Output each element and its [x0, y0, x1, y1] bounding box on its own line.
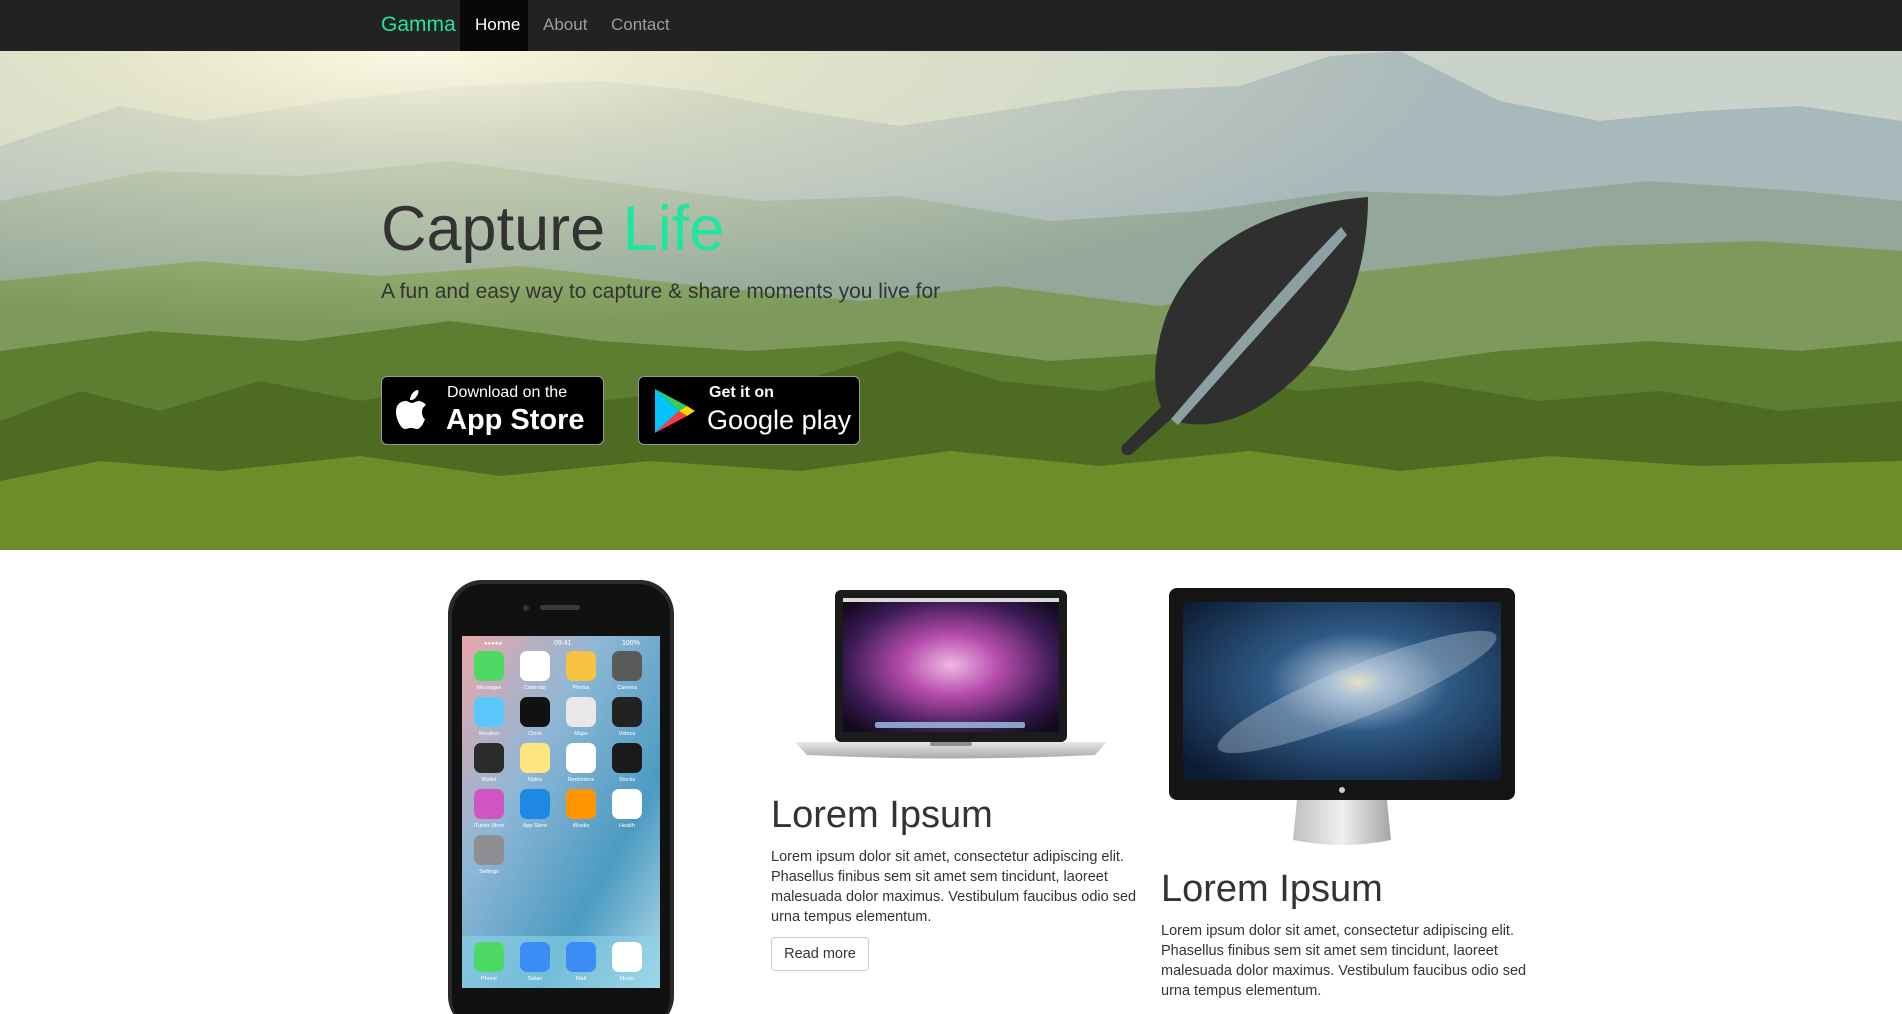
mountain-background: [0, 51, 1902, 550]
app-app-store-icon: App Store: [520, 789, 550, 829]
app-label: Stocks: [619, 777, 636, 783]
navbar: Gamma Home About Contact: [0, 0, 1902, 52]
dock-label: Phone: [481, 976, 497, 982]
app-messages-icon: Messages: [474, 651, 504, 691]
app-label: Notes: [528, 777, 543, 783]
feature-text-imac: Lorem ipsum dolor sit amet, consectetur …: [1161, 923, 1527, 999]
google-play-icon: [655, 389, 695, 433]
app-label: App Store: [523, 823, 547, 829]
hero-title-main: Capture: [381, 194, 606, 264]
app-label: Settings: [479, 869, 499, 875]
feature-text-macbook: Lorem ipsum dolor sit amet, consectetur …: [771, 849, 1137, 925]
app-label: Weather: [479, 731, 500, 737]
app-calendar-icon: Calendar: [520, 651, 550, 691]
hero-section: Capture Life A fun and easy way to captu…: [0, 51, 1902, 550]
app-itunes-store-icon: iTunes Store: [474, 789, 505, 829]
feature-title-imac: Lorem Ipsum: [1161, 868, 1383, 910]
app-label: Maps: [574, 731, 588, 737]
phone-status-signal: ●●●●●: [484, 641, 502, 647]
app-label: Photos: [572, 685, 589, 691]
app-label: Messages: [476, 685, 501, 691]
app-label: Videos: [619, 731, 636, 737]
phone-battery: 100%: [622, 640, 640, 647]
phone-time: 09:41: [554, 640, 572, 647]
app-store-small-text: Download on the: [447, 384, 568, 401]
app-label: Clock: [528, 731, 542, 737]
macbook-image: [795, 590, 1107, 759]
app-store-big-text: App Store: [446, 404, 585, 436]
app-store-button[interactable]: Download on the App Store: [381, 376, 604, 445]
dock-label: Mail: [576, 976, 586, 982]
dock-label: Safari: [528, 976, 542, 982]
nav-home[interactable]: Home: [460, 0, 528, 51]
app-label: iTunes Store: [474, 823, 505, 829]
google-play-small-text: Get it on: [709, 384, 774, 401]
imac-image: [1169, 588, 1515, 845]
app-label: Calendar: [524, 685, 546, 691]
iphone-image: ●●●●● 09:41 100% Messages Calendar Photos C…: [448, 580, 674, 1014]
apple-icon: [396, 390, 426, 429]
dock-label: Music: [620, 976, 635, 982]
app-label: iBooks: [573, 823, 590, 829]
hero-subtitle: A fun and easy way to capture & share mo…: [381, 280, 941, 303]
hero-title: Capture Life: [381, 194, 725, 264]
app-label: Camera: [617, 685, 638, 691]
app-reminders-icon: Reminders: [566, 743, 596, 783]
brand-logo[interactable]: Gamma: [381, 0, 456, 51]
nav-about[interactable]: About: [528, 0, 604, 51]
nav-contact[interactable]: Contact: [596, 0, 686, 51]
hero-title-accent: Life: [622, 194, 725, 264]
leaf-icon: [1121, 197, 1368, 456]
feature-title-macbook: Lorem Ipsum: [771, 794, 993, 836]
google-play-big-text: Google play: [707, 405, 852, 435]
app-label: Health: [619, 823, 635, 829]
app-label: Wallet: [481, 777, 497, 783]
read-more-button[interactable]: Read more: [771, 937, 869, 971]
app-label: Reminders: [568, 777, 595, 783]
google-play-button[interactable]: Get it on Google play: [638, 376, 860, 445]
